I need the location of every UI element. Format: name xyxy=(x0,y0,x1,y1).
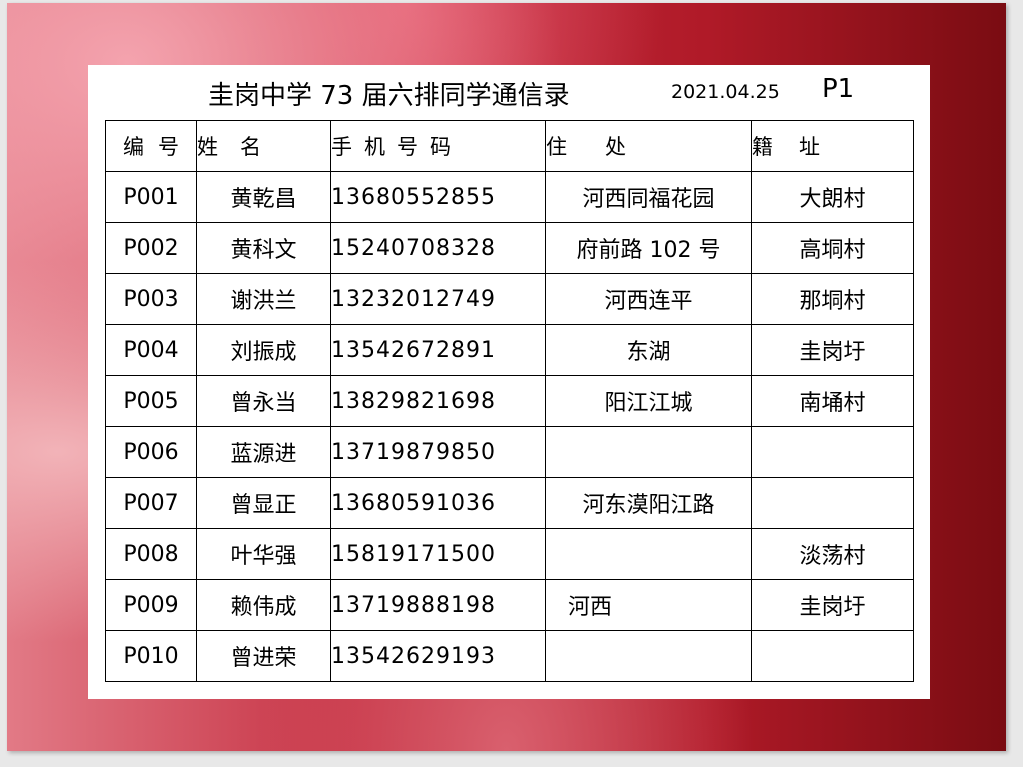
cell-name: 曾进荣 xyxy=(196,630,331,682)
roster-sheet: 圭岗中学 73 届六排同学通信录 2021.04.25 P1 编号 姓名 手机号… xyxy=(88,65,930,699)
cell-address xyxy=(545,426,752,478)
cell-id: P009 xyxy=(105,579,197,631)
column-header-name: 姓名 xyxy=(196,120,331,172)
cell-phone: 13542629193 xyxy=(330,630,546,682)
cell-name: 曾永当 xyxy=(196,375,331,427)
cell-hometown: 那垌村 xyxy=(751,273,914,325)
cell-hometown: 高垌村 xyxy=(751,222,914,274)
cell-address: 府前路 102 号 xyxy=(545,222,752,274)
table-header-row: 编号 姓名 手机号码 住处 籍址 xyxy=(105,120,914,172)
cell-name: 赖伟成 xyxy=(196,579,331,631)
document-title: 圭岗中学 73 届六排同学通信录 xyxy=(208,81,570,111)
cell-hometown: 南埇村 xyxy=(751,375,914,427)
table-row: P006 蓝源进 13719879850 xyxy=(105,426,914,478)
cell-name: 谢洪兰 xyxy=(196,273,331,325)
cell-address xyxy=(545,630,752,682)
cell-name: 黄科文 xyxy=(196,222,331,274)
cell-phone: 13542672891 xyxy=(330,324,546,376)
cell-address: 河东漠阳江路 xyxy=(545,477,752,529)
cell-name: 曾显正 xyxy=(196,477,331,529)
document-date: 2021.04.25 xyxy=(671,81,780,103)
cell-hometown xyxy=(751,630,914,682)
cell-phone: 15819171500 xyxy=(330,528,546,580)
cell-id: P010 xyxy=(105,630,197,682)
column-header-phone: 手机号码 xyxy=(330,120,546,172)
table-row: P004 刘振成 13542672891 东湖 圭岗圩 xyxy=(105,324,914,376)
table-row: P001 黄乾昌 13680552855 河西同福花园 大朗村 xyxy=(105,171,914,223)
cell-address: 东湖 xyxy=(545,324,752,376)
cell-phone: 13829821698 xyxy=(330,375,546,427)
table-row: P003 谢洪兰 13232012749 河西连平 那垌村 xyxy=(105,273,914,325)
title-row: 圭岗中学 73 届六排同学通信录 2021.04.25 P1 xyxy=(88,65,930,120)
cell-phone: 13680591036 xyxy=(330,477,546,529)
cell-address: 阳江江城 xyxy=(545,375,752,427)
cell-id: P006 xyxy=(105,426,197,478)
table-row: P002 黄科文 15240708328 府前路 102 号 高垌村 xyxy=(105,222,914,274)
cell-id: P001 xyxy=(105,171,197,223)
cell-phone: 15240708328 xyxy=(330,222,546,274)
cell-hometown: 圭岗圩 xyxy=(751,579,914,631)
page-number: P1 xyxy=(822,74,855,104)
table-row: P010 曾进荣 13542629193 xyxy=(105,630,914,682)
cell-name: 叶华强 xyxy=(196,528,331,580)
cell-name: 黄乾昌 xyxy=(196,171,331,223)
cell-address: 河西连平 xyxy=(545,273,752,325)
cell-id: P003 xyxy=(105,273,197,325)
column-header-hometown: 籍址 xyxy=(751,120,914,172)
cell-name: 刘振成 xyxy=(196,324,331,376)
cell-name: 蓝源进 xyxy=(196,426,331,478)
cell-id: P004 xyxy=(105,324,197,376)
cell-phone: 13680552855 xyxy=(330,171,546,223)
slide-background: 圭岗中学 73 届六排同学通信录 2021.04.25 P1 编号 姓名 手机号… xyxy=(7,3,1006,751)
cell-address: 河西同福花园 xyxy=(545,171,752,223)
cell-hometown: 淡荡村 xyxy=(751,528,914,580)
cell-hometown xyxy=(751,477,914,529)
cell-id: P008 xyxy=(105,528,197,580)
table-row: P008 叶华强 15819171500 淡荡村 xyxy=(105,528,914,580)
cell-phone: 13232012749 xyxy=(330,273,546,325)
column-header-id: 编号 xyxy=(105,120,197,172)
cell-address: 河西 xyxy=(545,579,752,631)
table-row: P007 曾显正 13680591036 河东漠阳江路 xyxy=(105,477,914,529)
cell-address xyxy=(545,528,752,580)
cell-hometown: 圭岗圩 xyxy=(751,324,914,376)
roster-table: 编号 姓名 手机号码 住处 籍址 P001 黄乾昌 13680552855 河西… xyxy=(105,120,914,682)
cell-hometown: 大朗村 xyxy=(751,171,914,223)
cell-id: P002 xyxy=(105,222,197,274)
table-row: P005 曾永当 13829821698 阳江江城 南埇村 xyxy=(105,375,914,427)
cell-id: P007 xyxy=(105,477,197,529)
cell-id: P005 xyxy=(105,375,197,427)
column-header-address: 住处 xyxy=(545,120,752,172)
cell-hometown xyxy=(751,426,914,478)
cell-phone: 13719888198 xyxy=(330,579,546,631)
table-row: P009 赖伟成 13719888198 河西 圭岗圩 xyxy=(105,579,914,631)
cell-phone: 13719879850 xyxy=(330,426,546,478)
